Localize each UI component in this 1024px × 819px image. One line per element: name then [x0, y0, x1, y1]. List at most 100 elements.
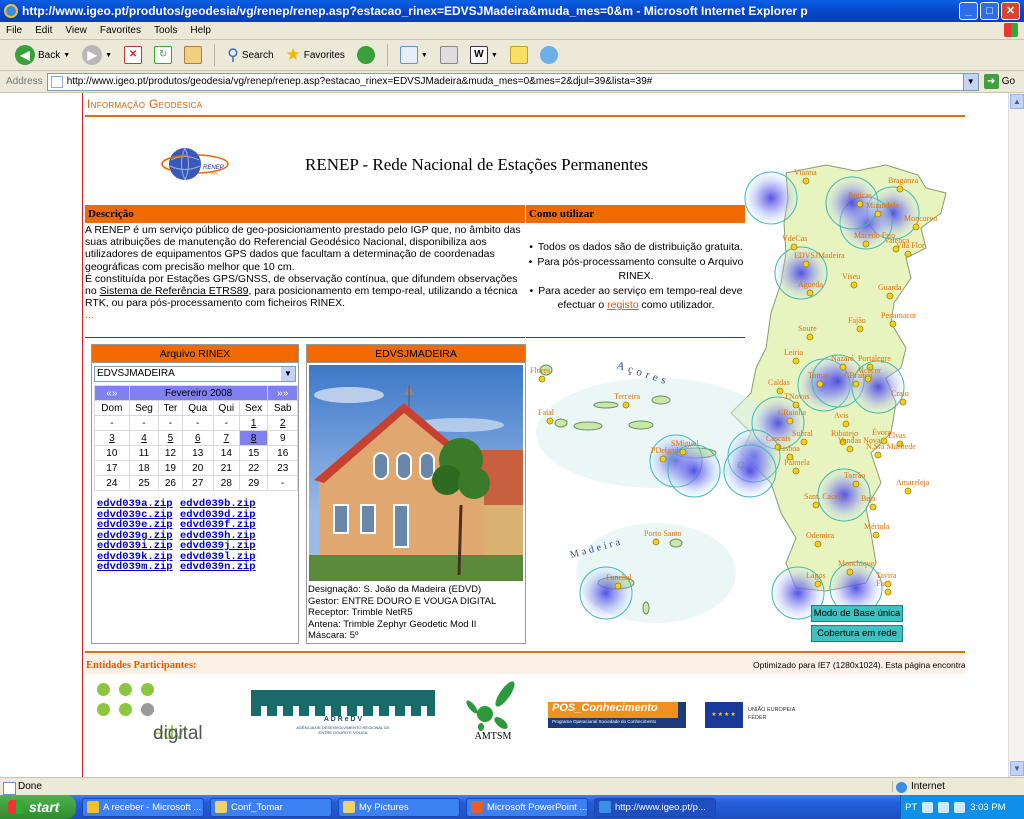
address-input[interactable]: http://www.igeo.pt/produtos/geodesia/vg/…	[46, 72, 979, 91]
station-marker[interactable]	[884, 580, 892, 588]
home-button[interactable]	[181, 43, 205, 67]
taskbar-item-email[interactable]: A receber - Microsoft ...	[82, 797, 204, 817]
cobertura-rede-button[interactable]: Cobertura em rede	[811, 625, 903, 642]
station-label[interactable]: Sobral	[792, 429, 814, 438]
station-label[interactable]: SMiguel	[671, 439, 699, 448]
station-label[interactable]: Portalegre	[858, 354, 891, 363]
station-label[interactable]: Sant. Cacém	[804, 492, 845, 501]
taskbar-item-ie[interactable]: http://www.igeo.pt/p...	[594, 797, 716, 817]
station-marker[interactable]	[896, 185, 904, 193]
maximize-button[interactable]: □	[980, 2, 999, 20]
scroll-up-button[interactable]: ▲	[1010, 94, 1024, 109]
rinex-file-link[interactable]: edvd039b.zip	[180, 499, 263, 510]
calendar-day[interactable]: 3	[94, 430, 130, 446]
rinex-file-link[interactable]: edvd039e.zip	[97, 520, 180, 531]
station-label[interactable]: Faial	[538, 408, 555, 417]
station-label[interactable]: TNovas	[784, 392, 809, 401]
rinex-file-link[interactable]: edvd039j.zip	[180, 541, 263, 552]
station-marker[interactable]	[802, 177, 810, 185]
station-label[interactable]: Tavira	[876, 571, 897, 580]
station-marker[interactable]	[904, 250, 912, 258]
calendar-day[interactable]: 4	[128, 430, 160, 446]
calendar-day[interactable]: 6	[181, 430, 214, 446]
station-marker[interactable]	[874, 451, 882, 459]
station-marker[interactable]	[652, 538, 660, 546]
tray-icon[interactable]	[922, 801, 934, 813]
station-label[interactable]: Alcácer	[856, 366, 881, 375]
chevron-down-icon[interactable]: ▼	[962, 73, 978, 90]
station-marker[interactable]	[872, 531, 880, 539]
station-label[interactable]: Vila Flor	[896, 241, 925, 250]
edit-button[interactable]: W ▼	[467, 43, 501, 67]
refresh-button[interactable]: ↻	[151, 43, 175, 67]
station-marker[interactable]	[806, 289, 814, 297]
station-label[interactable]: Caldas	[768, 378, 790, 387]
station-label[interactable]: EDVSJMadeira	[794, 251, 845, 260]
station-label[interactable]: Penamacor	[881, 311, 917, 320]
menu-file[interactable]: File	[6, 25, 22, 36]
history-button[interactable]	[354, 43, 378, 67]
station-marker[interactable]	[842, 420, 850, 428]
station-marker[interactable]	[846, 568, 854, 576]
station-marker[interactable]	[790, 243, 798, 251]
calendar-day[interactable]: 2	[267, 415, 298, 431]
station-label[interactable]: Viseu	[842, 272, 860, 281]
station-label[interactable]: Palmela	[784, 458, 810, 467]
station-label[interactable]: Monchique	[838, 559, 875, 568]
etrs89-link[interactable]: Sistema de Referência ETRS89	[100, 285, 249, 297]
station-label[interactable]: Tomar	[808, 371, 829, 380]
station-marker[interactable]	[546, 417, 554, 425]
station-marker[interactable]	[816, 380, 824, 388]
station-marker[interactable]	[856, 200, 864, 208]
prev-month-button[interactable]: «»	[94, 385, 130, 401]
station-marker[interactable]	[812, 501, 820, 509]
station-marker[interactable]	[786, 417, 794, 425]
tray-icon[interactable]	[954, 801, 966, 813]
station-label[interactable]: Avis	[834, 411, 849, 420]
station-label[interactable]: Flores	[530, 366, 550, 375]
station-marker[interactable]	[862, 240, 870, 248]
favorites-button[interactable]: ★ Favorites	[283, 43, 348, 67]
calendar-day[interactable]: 8	[238, 430, 269, 446]
station-marker[interactable]	[792, 467, 800, 475]
station-marker[interactable]	[792, 357, 800, 365]
station-marker[interactable]	[846, 445, 854, 453]
menu-help[interactable]: Help	[190, 25, 211, 36]
station-marker[interactable]	[852, 380, 860, 388]
stop-button[interactable]: ✕	[121, 43, 145, 67]
station-label[interactable]: Soure	[798, 324, 817, 333]
calendar-day[interactable]: 1	[238, 415, 269, 431]
station-marker[interactable]	[800, 438, 808, 446]
window-titlebar[interactable]: http://www.igeo.pt/produtos/geodesia/vg/…	[0, 0, 1024, 22]
search-button[interactable]: ⚲ Search	[224, 43, 276, 67]
station-marker[interactable]	[839, 363, 847, 371]
forward-button[interactable]: ▶ ▼	[79, 43, 115, 67]
station-marker[interactable]	[850, 281, 858, 289]
minimize-button[interactable]: _	[959, 2, 978, 20]
taskbar-item-powerpoint[interactable]: Microsoft PowerPoint ...	[466, 797, 588, 817]
station-label[interactable]: Cascais	[766, 434, 790, 443]
back-button[interactable]: ◀ Back ▼	[12, 43, 73, 67]
tray-icon[interactable]	[938, 801, 950, 813]
station-label[interactable]: Lisboa	[778, 444, 800, 453]
rinex-file-link[interactable]: edvd039a.zip	[97, 499, 180, 510]
more-link[interactable]: ...	[85, 309, 523, 321]
scroll-down-button[interactable]: ▼	[1010, 761, 1024, 776]
go-button[interactable]: ➜ Go	[983, 74, 1015, 89]
station-map[interactable]: Açores Madeira FloresFaialTerceiraPDelga…	[526, 153, 963, 653]
menu-edit[interactable]: Edit	[35, 25, 52, 36]
station-marker[interactable]	[874, 210, 882, 218]
station-label[interactable]: Agueda	[798, 280, 823, 289]
discuss-button[interactable]	[507, 43, 531, 67]
station-label[interactable]: Moncorvo	[904, 214, 937, 223]
station-marker[interactable]	[776, 387, 784, 395]
rinex-file-link[interactable]: edvd039f.zip	[180, 520, 263, 531]
station-marker[interactable]	[864, 375, 872, 383]
station-select[interactable]: EDVSJMADEIRA ▼	[94, 366, 296, 382]
station-marker[interactable]	[912, 223, 920, 231]
station-marker[interactable]	[622, 401, 630, 409]
station-label[interactable]: VdeCas	[782, 234, 807, 243]
station-label[interactable]: Vianna	[794, 168, 817, 177]
taskbar-item-pictures[interactable]: My Pictures	[338, 797, 460, 817]
station-marker[interactable]	[802, 260, 810, 268]
